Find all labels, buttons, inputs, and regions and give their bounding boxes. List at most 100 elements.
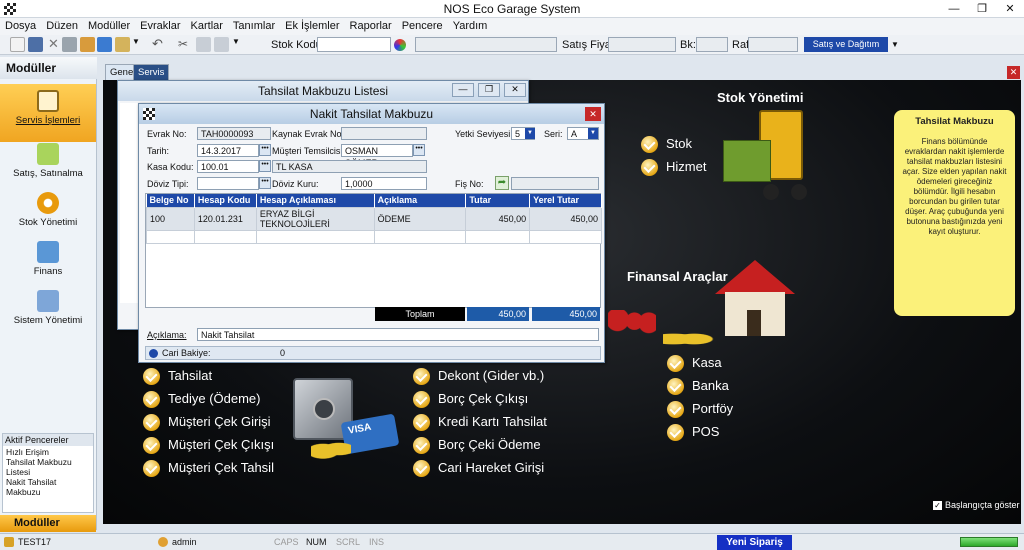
restore-icon[interactable]: ❐ <box>968 0 996 18</box>
temsilci-lookup-button[interactable]: ••• <box>413 144 425 156</box>
nav-finans[interactable]: Finans <box>0 235 96 283</box>
tahsilat-link[interactable]: Tahsilat <box>143 367 212 390</box>
dropdown-icon[interactable]: ▼ <box>232 37 247 52</box>
menu-ek-islemler[interactable]: Ek İşlemler <box>280 18 344 34</box>
undo-icon[interactable]: ↶ <box>152 37 167 52</box>
active-window-item[interactable]: Tahsilat Makbuzu Listesi <box>3 457 93 477</box>
kasa-kodu-field[interactable]: 100.01 <box>197 160 259 173</box>
kasa-lookup-button[interactable]: ••• <box>259 160 271 172</box>
calculator-icon[interactable] <box>115 37 130 52</box>
nav-stok-yonetimi[interactable]: Stok Yönetimi <box>0 186 96 234</box>
cut-icon[interactable]: ✂ <box>178 37 193 52</box>
yerel-tutar-cell[interactable]: 450,00 <box>529 206 602 231</box>
menu-moduller[interactable]: Modüller <box>83 18 135 34</box>
nav-sistem-yonetimi[interactable]: Sistem Yönetimi <box>0 284 96 332</box>
close-tab-icon[interactable]: ✕ <box>1007 66 1020 79</box>
arrow-right-icon[interactable]: ➦ <box>495 176 509 190</box>
active-window-item[interactable]: Hızlı Erişim <box>3 447 93 457</box>
kasa-label: Kasa <box>692 355 722 370</box>
save-icon[interactable] <box>28 37 43 52</box>
column-header[interactable]: Yerel Tutar <box>529 194 602 207</box>
aciklama-field[interactable]: Nakit Tahsilat <box>197 328 599 341</box>
musteri-cek-tahsil-link[interactable]: Müşteri Çek Tahsil <box>143 459 274 482</box>
minimize-icon[interactable]: — <box>452 83 474 97</box>
chevron-down-icon[interactable]: ▼ <box>525 128 535 139</box>
monitor-icon[interactable] <box>97 37 112 52</box>
tahsilat-label: Tahsilat <box>168 368 213 383</box>
tarih-field[interactable]: 14.3.2017 <box>197 144 259 157</box>
column-header[interactable]: Belge No <box>146 194 195 207</box>
evrak-no-field[interactable]: TAH0000093 <box>197 127 271 140</box>
tutar-cell[interactable]: 450,00 <box>465 206 531 231</box>
satis-dagitim-button[interactable]: Satış ve Dağıtım <box>804 37 888 52</box>
column-header[interactable]: Hesap Kodu <box>194 194 257 207</box>
nav-servis-islemleri[interactable]: Servis İşlemleri <box>0 84 96 142</box>
doviz-lookup-button[interactable]: ••• <box>259 177 271 189</box>
satis-dropdown-icon[interactable]: ▼ <box>889 37 901 52</box>
stok-kodu-input[interactable] <box>317 37 391 52</box>
kredi-karti-tahsilat-link[interactable]: Kredi Kartı Tahsilat <box>413 413 547 436</box>
date-picker-button[interactable]: ••• <box>259 144 271 156</box>
stok-link[interactable]: Stok <box>641 135 692 158</box>
column-header[interactable]: Tutar <box>465 194 531 207</box>
nav-label: Satış, Satınalma <box>13 168 83 179</box>
doviz-kuru-field[interactable]: 1,0000 <box>341 177 427 190</box>
print-icon[interactable] <box>62 37 77 52</box>
column-header[interactable]: Açıklama <box>374 194 467 207</box>
receipt-window-title: Nakit Tahsilat Makbuzu <box>139 104 604 124</box>
list-grid[interactable] <box>120 103 140 303</box>
table-row[interactable]: 100 120.01.231 ERYAZ BİLGİ TEKNOLOJİLERİ… <box>146 206 602 231</box>
minimize-icon[interactable]: — <box>940 0 968 18</box>
close-icon[interactable]: ✕ <box>585 107 601 121</box>
table-row[interactable] <box>146 229 602 244</box>
tab-servis[interactable]: Servis <box>133 64 170 80</box>
startup-checkbox[interactable]: ✓ Başlangıçta göster <box>933 500 1020 510</box>
close-icon[interactable]: ✕ <box>504 83 526 97</box>
doviz-tipi-field[interactable] <box>197 177 259 190</box>
menu-pencere[interactable]: Pencere <box>397 18 448 34</box>
yeni-siparis-button[interactable]: Yeni Sipariş <box>717 535 792 550</box>
color-icon[interactable] <box>394 39 406 51</box>
menu-dosya[interactable]: Dosya <box>0 18 41 34</box>
temsilci-field[interactable]: OSMAN SÖMER <box>341 144 413 168</box>
banka-link[interactable]: Banka <box>667 377 729 400</box>
users-icon[interactable] <box>80 37 95 52</box>
belge-no-cell[interactable]: 100 <box>146 206 195 231</box>
lines-grid[interactable]: Belge No Hesap Kodu Hesap Açıklaması Açı… <box>145 193 602 308</box>
portfoy-link[interactable]: Portföy <box>667 400 733 423</box>
dropdown-icon[interactable]: ▼ <box>132 37 147 52</box>
column-header[interactable]: Hesap Açıklaması <box>256 194 375 207</box>
restore-icon[interactable]: ❐ <box>478 83 500 97</box>
borc-cek-cikisi-link[interactable]: Borç Çek Çıkışı <box>413 390 528 413</box>
kaynak-evrak-field[interactable] <box>341 127 427 140</box>
menu-tanimlar[interactable]: Tanımlar <box>228 18 280 34</box>
paste-icon[interactable] <box>214 37 229 52</box>
dekont-link[interactable]: Dekont (Gider vb.) <box>413 367 544 390</box>
new-icon[interactable] <box>10 37 25 52</box>
kasa-link[interactable]: Kasa <box>667 354 722 377</box>
check-icon <box>641 159 658 177</box>
menu-yardim[interactable]: Yardım <box>448 18 493 34</box>
musteri-cek-cikisi-link[interactable]: Müşteri Çek Çıkışı <box>143 436 274 459</box>
menu-kartlar[interactable]: Kartlar <box>186 18 228 34</box>
menu-duzen[interactable]: Düzen <box>41 18 83 34</box>
hizmet-link[interactable]: Hizmet <box>641 158 706 181</box>
delete-icon[interactable]: ✕ <box>46 37 61 52</box>
cari-hareket-girisi-link[interactable]: Cari Hareket Girişi <box>413 459 544 482</box>
database-name: TEST17 <box>18 537 52 547</box>
hesap-kodu-cell[interactable]: 120.01.231 <box>193 206 257 231</box>
chevron-down-icon[interactable]: ▼ <box>588 128 598 139</box>
copy-icon[interactable] <box>196 37 211 52</box>
hesap-aciklamasi-cell[interactable]: ERYAZ BİLGİ TEKNOLOJİLERİ <box>255 206 375 231</box>
menu-evraklar[interactable]: Evraklar <box>135 18 185 34</box>
menu-raporlar[interactable]: Raporlar <box>345 18 397 34</box>
borc-ceki-odeme-link[interactable]: Borç Çeki Ödeme <box>413 436 541 459</box>
pos-link[interactable]: POS <box>667 423 719 446</box>
aciklama-cell[interactable]: ÖDEME <box>373 206 467 231</box>
tediye-link[interactable]: Tediye (Ödeme) <box>143 390 260 413</box>
close-icon[interactable]: ✕ <box>996 0 1024 18</box>
active-window-item[interactable]: Nakit Tahsilat Makbuzu <box>3 477 93 497</box>
musteri-cek-girisi-link[interactable]: Müşteri Çek Girişi <box>143 413 271 436</box>
nav-satis-satinalma[interactable]: Satış, Satınalma <box>0 137 96 185</box>
modules-toggle-button[interactable]: Modüller <box>0 515 96 532</box>
